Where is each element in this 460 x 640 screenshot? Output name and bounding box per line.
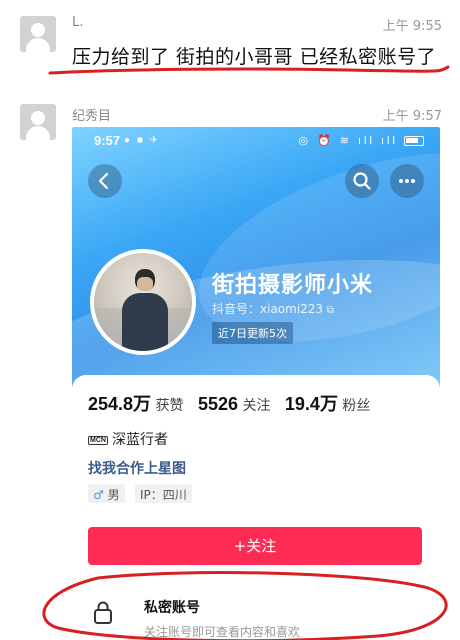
back-icon	[98, 172, 109, 190]
followers-count[interactable]: 19.4万	[285, 394, 338, 414]
male-icon: ♂	[93, 488, 104, 502]
status-time: 9:57	[94, 133, 121, 148]
douyin-id-text: 抖音号：xiaomi223	[212, 302, 324, 316]
followers-label[interactable]: 粉丝	[342, 397, 370, 413]
message-time-2: 上午 9:57	[382, 109, 442, 124]
mcn-icon: MCN	[88, 435, 108, 445]
sender-avatar-1[interactable]	[20, 16, 56, 52]
default-avatar-icon	[31, 23, 45, 37]
notification-icons: ● ■ ✈	[124, 135, 161, 146]
douyin-id[interactable]: 抖音号：xiaomi223 ⧉	[212, 300, 334, 317]
status-bar: 9:57 ● ■ ✈ ◎ ⏰ ≋ ıll ıll	[72, 127, 440, 155]
sender-name-1: L.	[72, 15, 84, 30]
likes-label: 获赞	[155, 397, 184, 413]
profile-avatar[interactable]	[90, 249, 196, 355]
profile-nickname: 街拍摄影师小米	[212, 273, 374, 298]
gender-tag: ♂ 男	[88, 484, 125, 503]
copy-icon[interactable]: ⧉	[327, 305, 334, 316]
private-account-title: 私密账号	[144, 600, 200, 616]
default-avatar-icon	[31, 111, 45, 125]
more-icon	[399, 179, 415, 183]
battery-icon	[404, 136, 424, 147]
mcn-row[interactable]: MCN 深蓝行者	[88, 429, 168, 449]
profile-stats: 254.8万 获赞 5526 关注 19.4万 粉丝	[88, 390, 380, 416]
lock-icon	[94, 601, 112, 624]
system-icons: ◎ ⏰ ≋ ıll ıll	[298, 134, 424, 147]
mcn-name: 深蓝行者	[111, 432, 168, 448]
red-underline-annotation	[48, 65, 450, 75]
search-icon	[353, 172, 371, 190]
following-count[interactable]: 5526	[198, 394, 238, 414]
ip-tag: IP：四川	[135, 484, 192, 503]
more-button[interactable]	[390, 164, 424, 198]
default-avatar-body	[26, 126, 50, 140]
private-account-notice: 私密账号 关注账号即可查看内容和喜欢	[72, 597, 440, 640]
follow-button[interactable]: +关注	[88, 527, 422, 565]
likes-count: 254.8万	[88, 394, 152, 414]
back-button[interactable]	[88, 164, 122, 198]
sender-avatar-2[interactable]	[20, 104, 56, 140]
private-account-subtitle: 关注账号即可查看内容和喜欢	[144, 625, 301, 639]
gender-text: 男	[107, 488, 120, 502]
message-time-1: 上午 9:55	[382, 19, 442, 34]
update-badge: 近7日更新5次	[212, 322, 293, 344]
star-map-link[interactable]: 找我合作上星图	[88, 458, 186, 478]
default-avatar-body	[26, 38, 50, 52]
shared-screenshot[interactable]: 9:57 ● ■ ✈ ◎ ⏰ ≋ ıll ıll 街拍摄影师小米 抖音号：xia…	[72, 127, 440, 640]
following-label[interactable]: 关注	[242, 397, 270, 413]
sender-name-2: 纪秀目	[72, 109, 112, 124]
search-button[interactable]	[345, 164, 379, 198]
